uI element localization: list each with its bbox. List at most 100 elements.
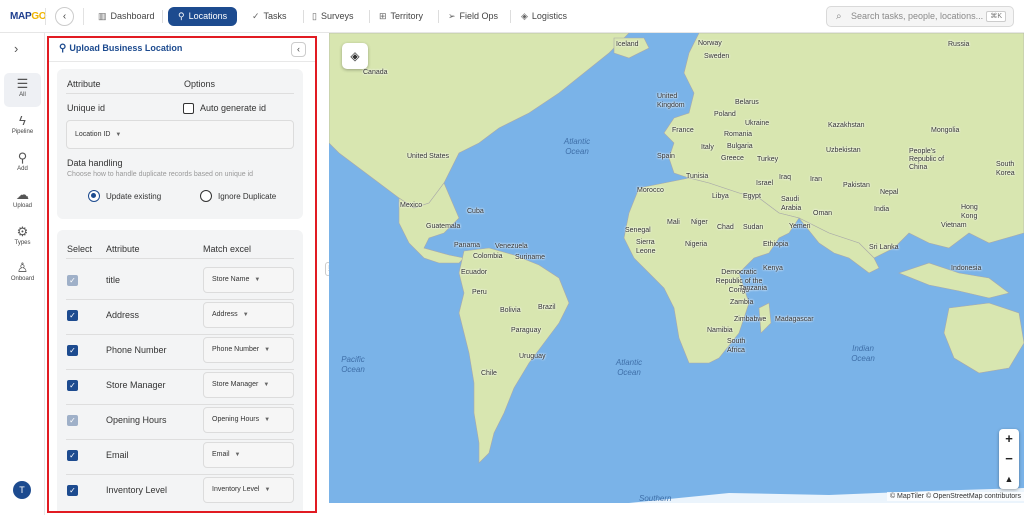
ocean-label: Indian Ocean — [847, 344, 879, 364]
nav-locations[interactable]: ⚲ Locations — [168, 7, 238, 26]
match-select[interactable]: Store Name ▼ — [203, 267, 294, 293]
divider — [66, 369, 294, 370]
sidebar-item-label: Add — [17, 166, 28, 172]
sidebar-item-upload[interactable]: ☁ Upload — [4, 184, 41, 218]
world-map[interactable]: ◈ Canada United States Mexico Cuba Guate… — [329, 33, 1024, 503]
nav-surveys[interactable]: ▯ Surveys — [312, 7, 353, 26]
match-select[interactable]: Email ▼ — [203, 442, 294, 468]
map-label: Cuba — [467, 208, 484, 215]
check-icon: ✓ — [252, 11, 260, 21]
map-label: Colombia — [473, 253, 503, 260]
ocean-label-text: Pacific Ocean — [341, 355, 365, 374]
row-attribute: Inventory Level — [106, 485, 168, 495]
match-select[interactable]: Phone Number ▼ — [203, 337, 294, 363]
sidebar-item-label: Types — [14, 240, 31, 246]
update-existing-radio[interactable] — [88, 190, 100, 202]
collapse-panel-button[interactable]: ‹ — [291, 42, 306, 57]
map-label: Egypt — [743, 193, 761, 200]
ignore-duplicate-radio[interactable] — [200, 190, 212, 202]
search-input[interactable]: ⌕ Search tasks, people, locations... ⌘K — [826, 6, 1014, 27]
nav-tasks[interactable]: ✓ Tasks — [252, 7, 287, 26]
sidebar-item-all[interactable]: ☰ All — [4, 73, 41, 107]
layers-icon: ◈ — [350, 49, 360, 63]
map-label: Paraguay — [511, 327, 541, 334]
sidebar-item-types[interactable]: ⚙ Types — [4, 221, 41, 255]
map-label: Spain — [657, 153, 675, 160]
zoom-in-button[interactable]: + — [999, 429, 1019, 449]
row-attribute: Address — [106, 310, 140, 320]
divider — [66, 299, 294, 300]
map-label: Uruguay — [519, 353, 546, 360]
match-select[interactable]: Opening Hours ▼ — [203, 407, 294, 433]
app-logo[interactable]: MAPGO — [10, 11, 47, 22]
nav-dashboard[interactable]: ▥ Dashboard — [98, 7, 155, 26]
options-header: Options — [184, 79, 216, 89]
avatar[interactable]: T — [13, 481, 31, 499]
nav-logistics[interactable]: ◈ Logistics — [521, 7, 567, 26]
caret-down-icon: ▼ — [234, 452, 241, 458]
row-checkbox[interactable]: ✓ — [67, 310, 78, 321]
ignore-duplicate-label: Ignore Duplicate — [218, 192, 277, 201]
divider — [369, 10, 370, 23]
row-checkbox[interactable]: ✓ — [67, 485, 78, 496]
map-label: Greece — [721, 155, 744, 162]
auto-generate-label: Auto generate id — [200, 103, 267, 113]
nav-field-ops[interactable]: ➢ Field Ops — [448, 7, 498, 26]
map-label: Guatemala — [426, 223, 461, 230]
map-label: Uzbekistan — [826, 147, 861, 154]
expand-sidebar-button[interactable]: › — [14, 41, 18, 56]
row-checkbox[interactable]: ✓ — [67, 450, 78, 461]
sidebar-item-add[interactable]: ⚲ Add — [4, 147, 41, 181]
map-label: Bulgaria — [727, 143, 753, 150]
map-label: United States — [407, 153, 450, 160]
caret-down-icon: ▼ — [264, 417, 271, 423]
ocean-label: Pacific Ocean — [337, 355, 369, 375]
divider — [83, 8, 84, 25]
search-placeholder: Search tasks, people, locations... — [851, 11, 984, 21]
lightning-icon: ϟ — [19, 113, 26, 128]
map-label: Suriname — [515, 254, 545, 261]
plus-icon: + — [1005, 431, 1013, 446]
map-label: Turkey — [757, 156, 779, 163]
row-attribute: Email — [106, 450, 129, 460]
location-id-select[interactable]: Location ID ▼ — [66, 120, 294, 149]
map-label: Poland — [714, 111, 736, 118]
map-label: Russia — [948, 41, 970, 48]
back-button[interactable]: ‹ — [55, 7, 74, 26]
sidebar-item-onboard[interactable]: ♙ Onboard — [4, 257, 41, 291]
zoom-out-button[interactable]: − — [999, 449, 1019, 469]
map-label: Belarus — [735, 99, 759, 106]
map-label: Yemen — [789, 223, 811, 230]
map-attribution[interactable]: © MapTiler © OpenStreetMap contributors — [886, 492, 1024, 501]
minus-icon: − — [1005, 451, 1013, 466]
map-label: Canada — [363, 69, 388, 76]
nav-label: Logistics — [531, 11, 567, 21]
row-checkbox[interactable]: ✓ — [67, 380, 78, 391]
auto-generate-checkbox[interactable] — [183, 103, 194, 114]
match-select[interactable]: Inventory Level ▼ — [203, 477, 294, 503]
row-checkbox: ✓ — [67, 415, 78, 426]
map-label: Brazil — [538, 304, 556, 311]
row-checkbox[interactable]: ✓ — [67, 345, 78, 356]
nav-label: Tasks — [263, 11, 287, 21]
nav-label: Surveys — [320, 11, 354, 21]
sidebar-item-pipeline[interactable]: ϟ Pipeline — [4, 110, 41, 144]
map-pin-icon: ⚲ — [17, 150, 28, 165]
map-label: Mongolia — [931, 127, 960, 134]
nav-territory[interactable]: ⊞ Territory — [379, 7, 423, 26]
data-handling-note: Choose how to handle duplicate records b… — [67, 171, 254, 178]
sidebar-item-label: Pipeline — [11, 129, 34, 135]
divider — [438, 10, 439, 23]
compass-icon: ▲ — [1004, 474, 1014, 484]
panel-header: ⚲ Upload Business Location ‹ — [49, 38, 315, 62]
match-select[interactable]: Address ▼ — [203, 302, 294, 328]
send-icon: ➢ — [448, 11, 456, 21]
match-select[interactable]: Store Manager ▼ — [203, 372, 294, 398]
cloud-upload-icon: ☁ — [16, 187, 29, 202]
map-label: Israel — [756, 180, 774, 187]
map-label: Hong Kong — [961, 204, 978, 220]
layers-button[interactable]: ◈ — [342, 43, 368, 69]
compass-button[interactable]: ▲ — [999, 469, 1019, 489]
sidebar-item-label: Upload — [12, 203, 32, 209]
map-label: Senegal — [625, 227, 651, 234]
